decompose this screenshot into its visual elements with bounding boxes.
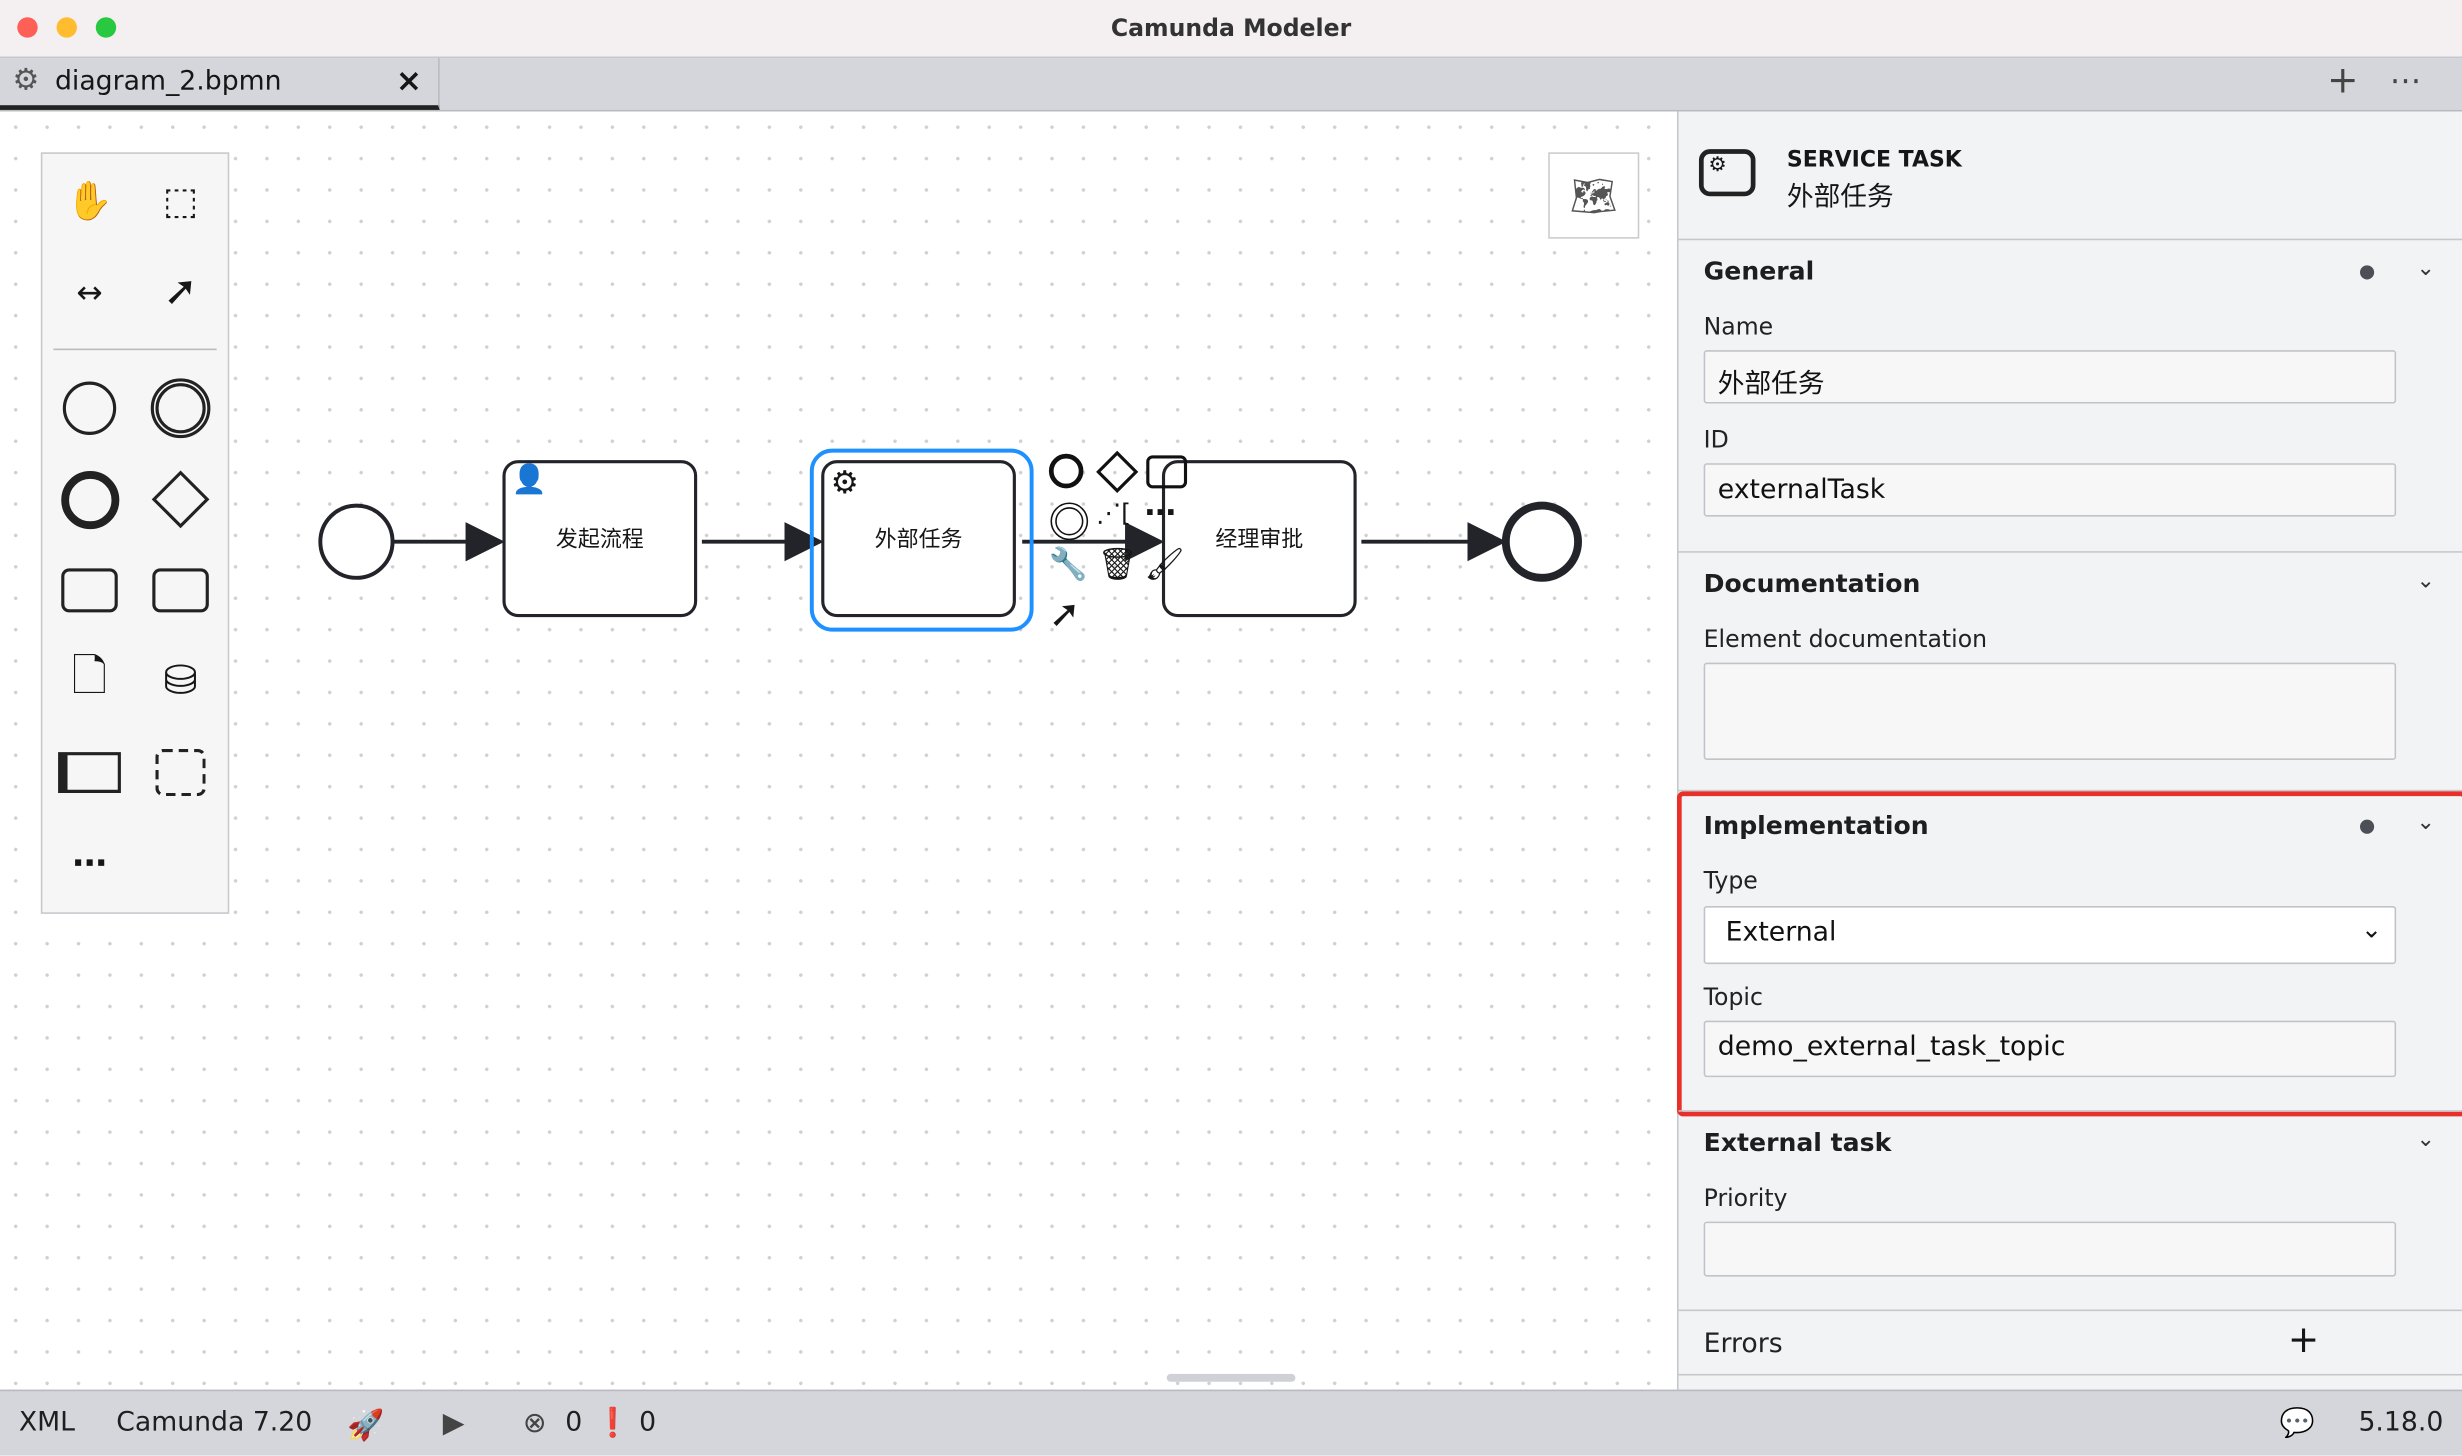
section-has-values-dot — [2360, 819, 2375, 834]
palette-divider — [53, 348, 217, 351]
connect-arrow-icon[interactable]: ➚ — [1049, 592, 1081, 636]
section-external-task-header[interactable]: External task — [1704, 1127, 1892, 1157]
chevron-down-icon[interactable]: ⌄ — [2417, 256, 2435, 281]
warning-icon[interactable]: ❗ — [595, 1407, 630, 1440]
chevron-down-icon[interactable]: ⌄ — [2417, 568, 2435, 593]
element-name: 外部任务 — [1786, 182, 1894, 214]
divider — [1678, 1309, 2462, 1312]
error-count: 0 — [565, 1406, 583, 1439]
topic-label: Topic — [1703, 982, 1763, 1012]
more-options-button[interactable]: ⋯ — [2390, 61, 2421, 99]
space-tool-icon[interactable]: ↔ — [58, 261, 121, 324]
append-gateway-icon[interactable] — [1096, 450, 1139, 493]
feedback-icon[interactable]: 💬 — [2280, 1407, 2315, 1440]
warning-count: 0 — [639, 1406, 657, 1439]
documentation-label: Element documentation — [1703, 624, 1988, 654]
element-type: SERVICE TASK — [1786, 147, 1962, 173]
add-error-button[interactable]: + — [2288, 1317, 2320, 1361]
intermediate-event-tool-icon[interactable] — [149, 377, 212, 440]
service-task-external[interactable]: ⚙ 外部任务 — [821, 460, 1016, 618]
hand-tool-icon[interactable]: ✋ — [58, 170, 121, 233]
more-icon[interactable]: ⋯ — [1145, 493, 1176, 531]
diagram-svg — [318, 448, 1582, 632]
diagram-canvas[interactable]: 👤 发起流程 ⚙ 外部任务 经理审批 ⋰[ ⋯ 🔧 🗑 🖌 ➚ ✋ ⬚ ↔ ➚ — [0, 111, 1677, 1390]
global-connect-icon[interactable]: ➚ — [149, 261, 212, 324]
panel-resize-handle[interactable] — [1166, 1373, 1296, 1382]
engine-version-button[interactable]: Camunda 7.20 — [116, 1407, 312, 1438]
context-pad: ⋰[ ⋯ 🔧 🗑 🖌 ➚ — [1044, 450, 1195, 639]
end-event[interactable] — [1501, 501, 1582, 582]
append-task-icon[interactable] — [1146, 455, 1188, 489]
pool-tool-icon[interactable] — [58, 741, 121, 804]
trash-icon[interactable]: 🗑 — [1098, 545, 1138, 583]
color-brush-icon[interactable]: 🖌 — [1145, 545, 1185, 583]
type-label: Type — [1703, 866, 1758, 896]
data-store-tool-icon[interactable]: ⛁ — [149, 650, 212, 713]
more-tools-icon[interactable]: ⋯ — [58, 832, 121, 895]
status-bar: XML Camunda 7.20 🚀 ▶ ⊗ 0 ❗ 0 💬 5.18.0 — [0, 1389, 2462, 1456]
topic-field[interactable]: demo_external_task_topic — [1703, 1020, 2397, 1078]
wrench-icon[interactable]: 🔧 — [1049, 545, 1088, 583]
gear-icon: ⚙ — [830, 463, 859, 501]
select-value: External — [1725, 916, 1837, 949]
tool-palette: ✋ ⬚ ↔ ➚ 🗋 ⛁ ⋯ — [40, 152, 230, 914]
start-event-tool-icon[interactable] — [58, 377, 121, 440]
append-end-event-icon[interactable] — [1048, 453, 1084, 489]
data-object-tool-icon[interactable]: 🗋 — [58, 650, 121, 713]
divider — [1678, 1110, 2462, 1112]
task-label: 经理审批 — [1215, 527, 1304, 553]
run-play-icon[interactable]: ▶ — [443, 1407, 465, 1440]
task-tool-icon[interactable] — [58, 559, 121, 622]
section-errors-header[interactable]: Errors — [1704, 1328, 1783, 1359]
name-field[interactable]: 外部任务 — [1703, 350, 2397, 404]
chevron-down-icon[interactable]: ⌄ — [2417, 1127, 2435, 1152]
chevron-down-icon: ⌄ — [2360, 913, 2382, 944]
properties-panel: ⚙ SERVICE TASK 外部任务 General ⌄ Name 外部任务 … — [1676, 111, 2462, 1390]
end-event-tool-icon[interactable] — [58, 468, 121, 531]
start-event[interactable] — [318, 503, 395, 580]
section-has-values-dot — [2360, 265, 2375, 280]
app-version: 5.18.0 — [2358, 1406, 2444, 1439]
id-field[interactable]: externalTask — [1703, 463, 2397, 517]
section-implementation-header[interactable]: Implementation — [1704, 810, 1929, 840]
section-general-header[interactable]: General — [1704, 256, 1815, 286]
user-icon: 👤 — [511, 463, 548, 497]
lasso-tool-icon[interactable]: ⬚ — [149, 170, 212, 233]
name-label: Name — [1703, 312, 1774, 341]
text-annotation-icon[interactable]: ⋰[ — [1096, 498, 1131, 528]
chevron-down-icon[interactable]: ⌄ — [2417, 810, 2435, 835]
task-label: 发起流程 — [555, 527, 644, 553]
documentation-textarea[interactable] — [1703, 662, 2397, 760]
divider — [1678, 1373, 2462, 1376]
task-label: 外部任务 — [874, 527, 963, 553]
append-intermediate-event-icon[interactable] — [1050, 502, 1089, 541]
divider — [1678, 551, 2462, 553]
error-icon[interactable]: ⊗ — [523, 1407, 547, 1440]
priority-label: Priority — [1703, 1183, 1788, 1213]
xml-view-button[interactable]: XML — [19, 1407, 75, 1438]
priority-field[interactable] — [1703, 1221, 2397, 1277]
add-tab-button[interactable]: + — [2327, 58, 2359, 102]
id-label: ID — [1703, 425, 1729, 454]
implementation-type-select[interactable]: External ⌄ — [1703, 906, 2397, 965]
user-task-start[interactable]: 👤 发起流程 — [502, 460, 698, 618]
divider — [1678, 238, 2462, 241]
section-documentation-header[interactable]: Documentation — [1704, 568, 1921, 598]
subprocess-tool-icon[interactable] — [149, 559, 212, 622]
minimap-toggle-icon[interactable]: 🗺 — [1548, 152, 1640, 239]
service-task-icon: ⚙ — [1698, 149, 1756, 197]
gateway-tool-icon[interactable] — [149, 468, 212, 531]
group-tool-icon[interactable] — [149, 741, 212, 804]
deploy-rocket-icon[interactable]: 🚀 — [347, 1407, 384, 1443]
